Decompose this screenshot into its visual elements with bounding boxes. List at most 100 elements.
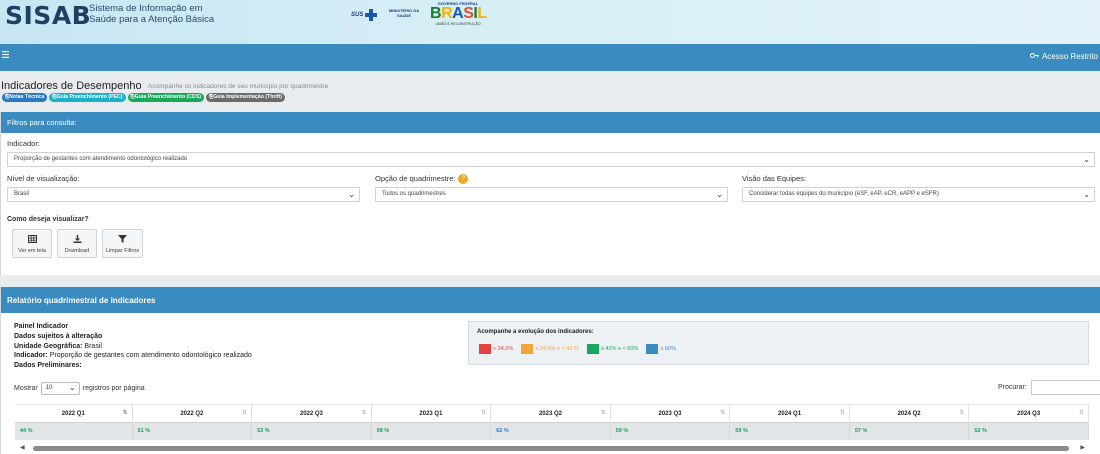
- ministerio-line-2: SAÚDE: [396, 13, 411, 18]
- table-cell: 59 %: [610, 422, 731, 440]
- filters-card: Filtros para consulta: Indicador: Propor…: [0, 112, 1100, 275]
- legend-label: < 24,0%: [493, 346, 514, 352]
- notas-tecnica-link[interactable]: ⎘Notas Técnica: [2, 93, 48, 102]
- quadrimestre-value: Todos os quadrimestres: [382, 191, 446, 197]
- scroll-right-icon[interactable]: ▶: [1080, 444, 1085, 451]
- chevron-down-icon: ⌄: [69, 383, 76, 392]
- column-header[interactable]: 2023 Q1 ⇅: [371, 404, 492, 423]
- limpar-filtros-button[interactable]: Limpar Filtros: [102, 229, 143, 258]
- unidade-label: Unidade Geográfica:: [14, 342, 83, 350]
- legend-items: < 24,0% ≥ 24,0% e < 42 % ≥ 42% e < 60% ≥…: [479, 344, 676, 354]
- sort-icon: ⇅: [1078, 410, 1084, 416]
- search-input[interactable]: [1030, 380, 1100, 395]
- column-header[interactable]: 2024 Q3 ⇅: [968, 404, 1089, 423]
- scroll-thumb[interactable]: [33, 446, 1069, 451]
- column-header[interactable]: 2022 Q3 ⇅: [251, 404, 372, 423]
- info-icon[interactable]: ?: [458, 174, 469, 185]
- table-cell: 58 %: [371, 422, 492, 440]
- table-cell: 57 %: [849, 422, 970, 440]
- limpar-filtros-label: Limpar Filtros: [105, 248, 140, 254]
- quadrimestre-label: Opção de quadrimestre:?: [375, 174, 469, 185]
- gov-bottom-text: UNIÃO E RECONSTRUÇÃO: [435, 22, 481, 26]
- table-cell: 51 %: [132, 422, 253, 440]
- sort-icon: ⇅: [720, 410, 726, 416]
- legend-item: < 24,0%: [479, 344, 513, 354]
- table-cell: 44 %: [15, 422, 133, 440]
- legend-item: ≥ 42% e < 60%: [586, 344, 639, 354]
- horizontal-scrollbar[interactable]: ◀ ▶: [15, 444, 1089, 452]
- visao-select[interactable]: Considerar todas equipes do município (e…: [742, 187, 1095, 202]
- procurar-label: Procurar:: [998, 384, 1027, 391]
- nivel-label: Nível de visualização:: [7, 174, 80, 183]
- report-info: Painel Indicador Dados sujeitos à altera…: [14, 322, 252, 371]
- column-header[interactable]: 2023 Q2 ⇅: [490, 404, 611, 423]
- table-cell: 62 %: [490, 422, 611, 440]
- guia-thrift-link[interactable]: ⎘Guia Implementação (Thrift): [205, 93, 286, 102]
- indicador-select[interactable]: Proporção de gestantes com atendimento o…: [7, 152, 1095, 167]
- column-header[interactable]: 2022 Q1 ⇅: [15, 404, 133, 423]
- table-header-row: 2022 Q1 ⇅ 2022 Q2 ⇅ 2022 Q3 ⇅ 2023 Q1 ⇅ 2023…: [15, 404, 1089, 423]
- sus-logo: SUS: [351, 9, 378, 21]
- download-button[interactable]: Download: [57, 229, 97, 258]
- acesso-restrito-link[interactable]: Acesso Restrito: [1029, 52, 1098, 61]
- key-icon: [1029, 52, 1039, 61]
- nivel-value: Brasil: [14, 191, 30, 197]
- legend-label: ≥ 42% e < 60%: [600, 346, 639, 352]
- brand-subtitle: Sistema de Informação em Saúde para a At…: [89, 3, 214, 25]
- guia-cds-link[interactable]: ⎘Guia Preenchimento (CDS): [127, 93, 204, 102]
- sus-cross-icon: [365, 9, 378, 21]
- report-card: Relatório quadrimestral de indicadores P…: [0, 287, 1100, 454]
- sort-icon: ⇅: [361, 410, 367, 416]
- guide-links: ⎘Notas Técnica ⎘Guia Preenchimento (PEC)…: [2, 93, 286, 102]
- chevron-down-icon: ⌄: [1083, 190, 1090, 199]
- legend-swatch: [646, 344, 659, 354]
- preliminares-label: Dados Preliminares:: [14, 362, 82, 370]
- como-visualizar-label: Como deseja visualizar?: [7, 216, 89, 223]
- hamburger-icon[interactable]: [2, 51, 10, 61]
- table-cell: 59 %: [729, 422, 850, 440]
- sort-icon: ⇅: [959, 410, 965, 416]
- guia-pec-link[interactable]: ⎘Guia Preenchimento (PEC): [49, 93, 126, 102]
- sort-icon: ⇅: [481, 410, 487, 416]
- chevron-down-icon: ⌄: [716, 190, 723, 199]
- scroll-left-icon[interactable]: ◀: [20, 444, 25, 451]
- page-size-select[interactable]: 10 ⌄: [40, 382, 80, 395]
- sort-icon: ⇅: [839, 410, 845, 416]
- column-header[interactable]: 2022 Q2 ⇅: [132, 404, 253, 423]
- download-icon: [58, 235, 96, 245]
- visao-value: Considerar todas equipes do município (e…: [749, 191, 939, 197]
- column-header[interactable]: 2024 Q1 ⇅: [729, 404, 850, 423]
- legend-title: Acompanhe a evolução dos indicadores:: [477, 329, 594, 335]
- brand-logo[interactable]: SISAB: [5, 1, 91, 30]
- ver-em-tela-label: Ver em tela: [18, 248, 46, 254]
- chevron-down-icon: ⌄: [1083, 155, 1090, 164]
- report-header: Relatório quadrimestral de indicadores: [1, 287, 1100, 313]
- gov-letter: S: [463, 5, 474, 22]
- painel-title: Painel Indicador: [14, 323, 69, 330]
- gov-letter: A: [452, 5, 464, 22]
- indicador-info-label: Indicador:: [14, 352, 48, 360]
- legend-label: ≥ 60%: [660, 346, 676, 352]
- nivel-select[interactable]: Brasil ⌄: [7, 187, 360, 202]
- chevron-down-icon: ⌄: [348, 190, 355, 199]
- page-size-control: Mostrar 10 ⌄ registros por página: [14, 382, 145, 395]
- legend-swatch: [479, 344, 491, 354]
- page-title: Indicadores de Desempenho: [1, 80, 142, 92]
- sort-icon: ⇅: [600, 410, 606, 416]
- acesso-restrito-label: Acesso Restrito: [1041, 52, 1098, 61]
- indicador-value: Proporção de gestantes com atendimento o…: [14, 156, 188, 162]
- gov-letter: B: [430, 5, 442, 22]
- ministerio-logo: MINISTÉRIO DA SAÚDE: [384, 8, 424, 18]
- quadrimestre-select[interactable]: Todos os quadrimestres ⌄: [375, 187, 728, 202]
- ver-em-tela-button[interactable]: Ver em tela: [12, 229, 52, 258]
- legend-box: Acompanhe a evolução dos indicadores: < …: [468, 321, 1089, 365]
- site-header: SISAB Sistema de Informação em Saúde par…: [0, 0, 1100, 44]
- column-header[interactable]: 2024 Q2 ⇅: [849, 404, 970, 423]
- table-cell: 53 %: [251, 422, 372, 440]
- page-subtitle: Acompanhe os indicadores de seu municípi…: [148, 83, 329, 90]
- sort-icon: ⇅: [242, 410, 248, 416]
- column-header[interactable]: 2023 Q3 ⇅: [610, 404, 731, 423]
- search-control: Procurar:: [998, 380, 1100, 395]
- brand-subtitle-line-1: Sistema de Informação em: [89, 3, 203, 14]
- legend-swatch: [521, 344, 534, 354]
